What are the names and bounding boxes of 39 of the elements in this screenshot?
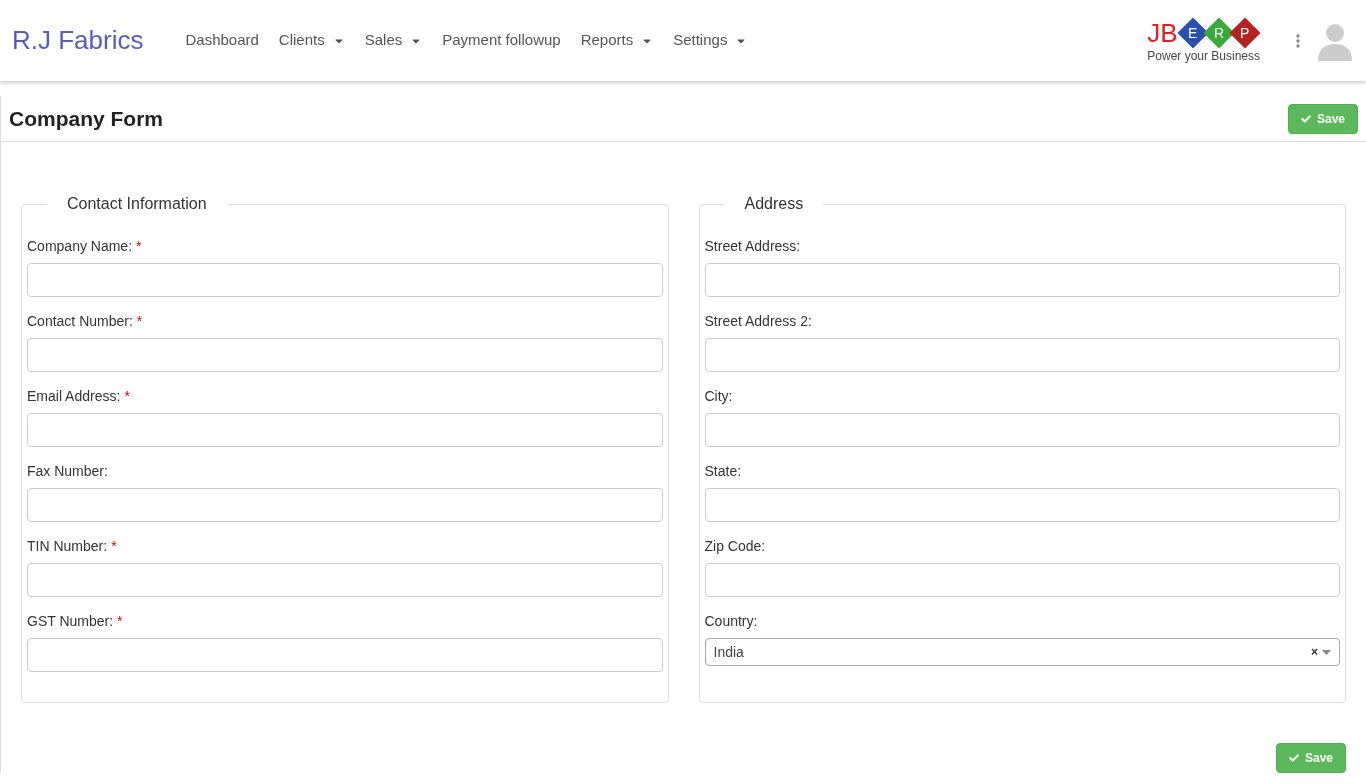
- nav-link[interactable]: Settings: [673, 29, 748, 52]
- field-label: Contact Number: *: [27, 312, 144, 331]
- input-field[interactable]: [704, 488, 1340, 522]
- input-field[interactable]: [27, 638, 663, 672]
- field-label: Company Name: *: [27, 237, 143, 256]
- logo: JB E R P Power your Business: [1147, 19, 1260, 62]
- nav-link[interactable]: Clients: [278, 29, 345, 52]
- field-label: Fax Number:: [27, 462, 109, 481]
- input-field[interactable]: [704, 338, 1340, 372]
- more-icon[interactable]: [1296, 33, 1300, 48]
- input-field[interactable]: [704, 413, 1340, 447]
- field-label: GST Number: *: [27, 612, 124, 631]
- nav-link[interactable]: Sales: [364, 29, 423, 52]
- page-title: Company Form: [9, 105, 163, 132]
- brand-name[interactable]: R.J Fabrics: [12, 21, 144, 60]
- nav-link[interactable]: Reports: [580, 29, 654, 52]
- input-field[interactable]: [27, 488, 663, 522]
- caret-icon: [1322, 649, 1331, 655]
- check-icon: [1300, 113, 1311, 124]
- nav-link[interactable]: Payment followup: [442, 29, 561, 52]
- section-legend: Address: [724, 192, 824, 216]
- input-field[interactable]: [704, 263, 1340, 297]
- input-field[interactable]: [27, 563, 663, 597]
- input-field[interactable]: [27, 413, 663, 447]
- input-field[interactable]: [27, 338, 663, 372]
- field-label: Street Address:: [704, 237, 802, 256]
- field-label: Country:: [704, 612, 759, 631]
- field-label: City:: [704, 387, 734, 406]
- nav-link[interactable]: Dashboard: [185, 29, 259, 52]
- input-field[interactable]: [704, 563, 1340, 597]
- input-field[interactable]: [27, 263, 663, 297]
- field-label: State:: [704, 462, 743, 481]
- section-legend: Contact Information: [47, 192, 227, 216]
- field-label: Zip Code:: [704, 537, 767, 556]
- check-icon: [1288, 753, 1299, 763]
- country-select[interactable]: India ×: [704, 638, 1340, 666]
- field-label: Street Address 2:: [704, 312, 813, 331]
- field-label: TIN Number: *: [27, 537, 118, 556]
- field-label: Email Address: *: [27, 387, 131, 406]
